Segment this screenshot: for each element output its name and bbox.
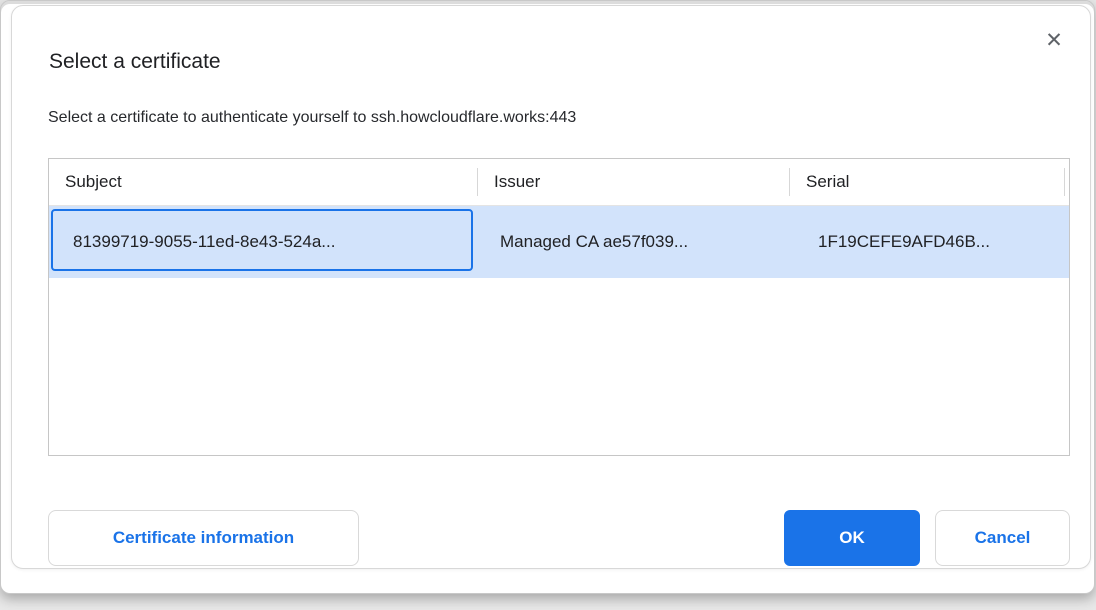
certificate-select-dialog: ✕ Select a certificate Select a certific… <box>11 5 1091 569</box>
column-header-subject: Subject <box>49 159 478 205</box>
cancel-button[interactable]: Cancel <box>935 510 1070 566</box>
screen: ✕ Select a certificate Select a certific… <box>0 0 1096 610</box>
ok-button[interactable]: OK <box>784 510 920 566</box>
column-header-issuer: Issuer <box>478 159 790 205</box>
certificate-information-button[interactable]: Certificate information <box>48 510 359 566</box>
dialog-title: Select a certificate <box>49 50 221 74</box>
table-row[interactable]: 81399719-9055-11ed-8e43-524a... Managed … <box>49 206 1069 278</box>
cell-issuer[interactable]: Managed CA ae57f039... <box>478 206 790 278</box>
dialog-subtitle: Select a certificate to authenticate you… <box>48 109 576 127</box>
certificate-table: Subject Issuer Serial 81399719-9055-11ed… <box>48 158 1070 456</box>
close-icon[interactable]: ✕ <box>1040 26 1068 54</box>
browser-window: ✕ Select a certificate Select a certific… <box>0 0 1095 594</box>
column-header-serial: Serial <box>790 159 1065 205</box>
cell-serial[interactable]: 1F19CEFE9AFD46B... <box>790 206 1065 278</box>
cell-subject[interactable]: 81399719-9055-11ed-8e43-524a... <box>49 206 478 278</box>
table-header-row: Subject Issuer Serial <box>49 159 1069 206</box>
